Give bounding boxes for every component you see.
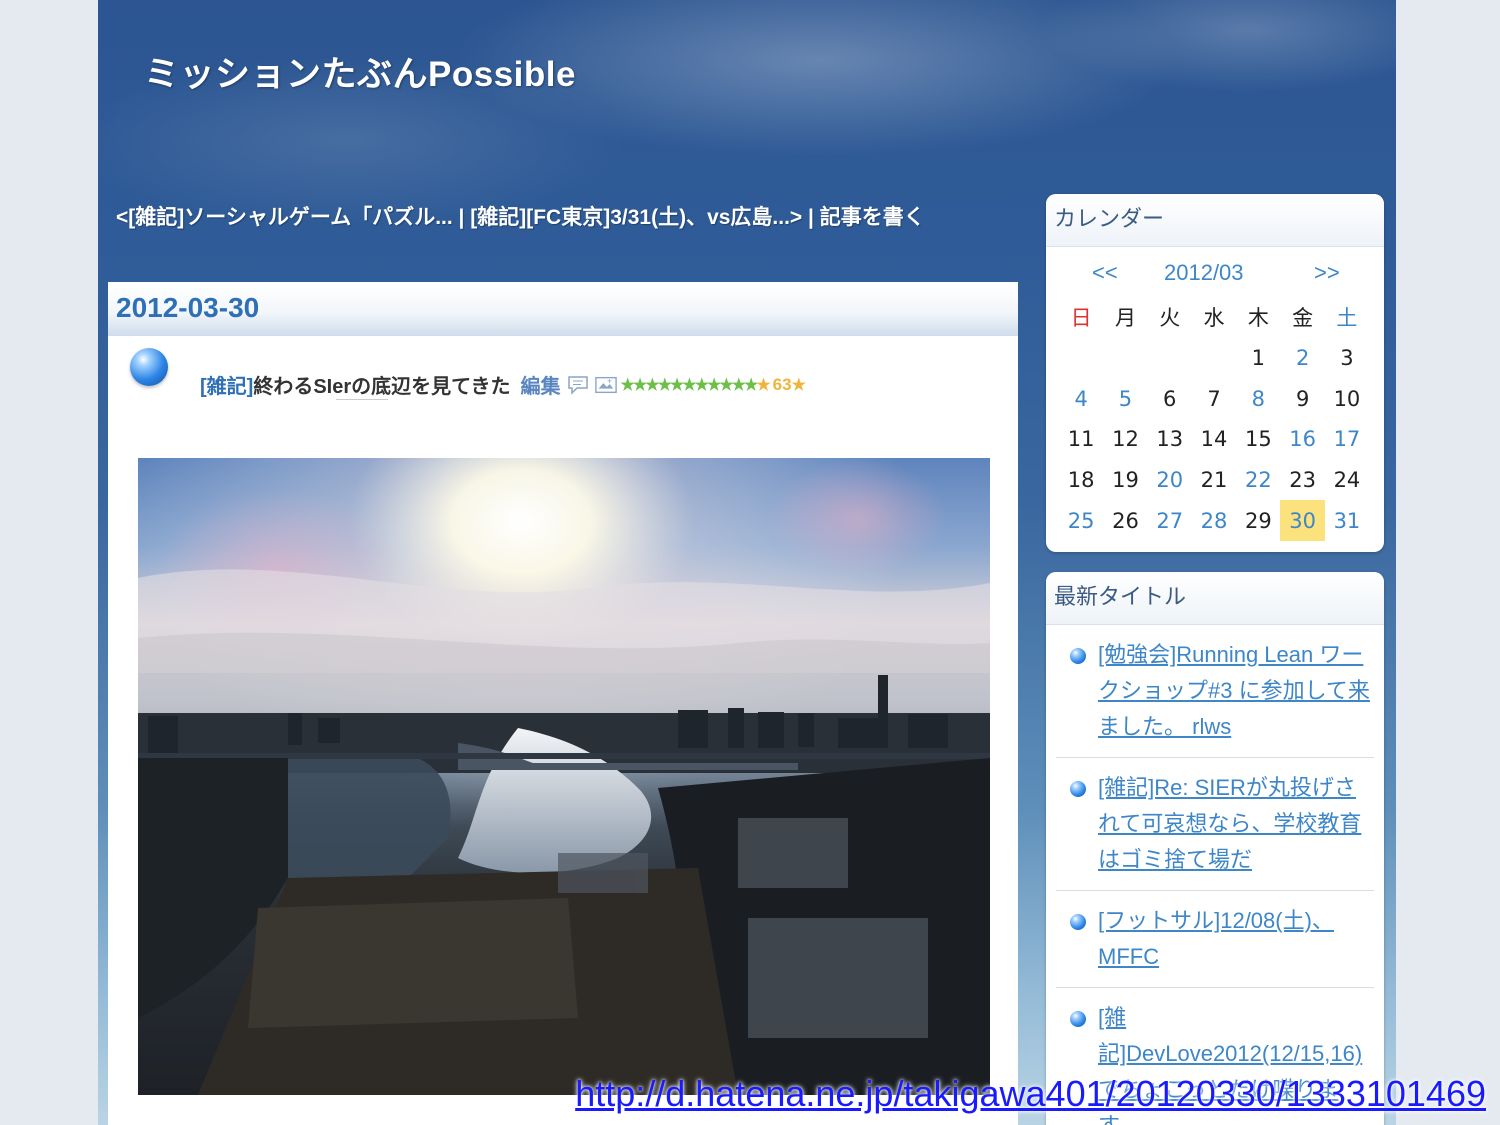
calendar-weekday: 火 [1159, 306, 1181, 331]
calendar-weekday: 月 [1114, 306, 1136, 331]
calendar-day: 12 [1112, 427, 1139, 452]
recent-title-link[interactable]: [勉強会]Running Lean ワークショップ#3 に参加して来ました。 r… [1098, 642, 1370, 739]
calendar-weekday: 日 [1070, 306, 1092, 331]
calendar-day[interactable]: 8 [1236, 378, 1280, 419]
calendar-day: 13 [1156, 427, 1184, 452]
calendar-next-month[interactable]: >> [1314, 260, 1340, 286]
write-entry-link[interactable]: 記事を書く [820, 206, 925, 229]
calendar-day: 7 [1207, 386, 1221, 411]
calendar-week-row: 123 [1059, 338, 1369, 379]
next-entry-link[interactable]: [雑記][FC東京]3/31(土)、vs広島...> [470, 206, 802, 229]
entry-photo[interactable] [138, 458, 990, 1095]
comment-icon[interactable] [567, 375, 589, 395]
calendar-weekday: 金 [1292, 306, 1314, 331]
calendar-day: 15 [1244, 427, 1272, 452]
star-count: 63 [772, 374, 792, 394]
calendar-day[interactable]: 17 [1325, 419, 1369, 460]
calendar-empty-cell [1192, 338, 1236, 379]
calendar-weekday: 土 [1336, 306, 1358, 331]
calendar-title: カレンダー [1046, 194, 1384, 247]
calendar-day[interactable]: 20 [1148, 460, 1192, 501]
calendar-day: 14 [1200, 427, 1228, 452]
calendar-day[interactable]: 2 [1280, 338, 1324, 379]
main-content: 2012-03-30 [雑記] 終わるSIerの底辺を見てきた 編集 + ★★★★… [108, 282, 1018, 1125]
star-rating-icons[interactable]: ★★★★★★★★★★★ [621, 375, 759, 395]
entry-bullet-icon [130, 348, 168, 386]
recent-title-link[interactable]: [雑記]Re: SIERが丸投げされて可哀想なら、学校教育はゴミ捨て場だ [1098, 775, 1361, 872]
nav-separator: | [452, 206, 471, 229]
photo-scene [138, 458, 990, 1095]
calendar-weekday: 木 [1247, 306, 1269, 331]
calendar-day[interactable]: 4 [1059, 378, 1103, 419]
calendar-day: 24 [1333, 468, 1361, 493]
blog-page: ミッションたぶんPossible <[雑記]ソーシャルゲーム「パズル... | … [98, 0, 1396, 1125]
date-heading[interactable]: 2012-03-30 [116, 292, 259, 324]
calendar-day[interactable]: 25 [1059, 500, 1103, 541]
recent-titles-list: [勉強会]Running Lean ワークショップ#3 に参加して来ました。 r… [1046, 625, 1384, 1125]
calendar-day[interactable]: 16 [1280, 419, 1324, 460]
bullet-icon [1070, 648, 1086, 664]
calendar-day[interactable]: 28 [1192, 500, 1236, 541]
calendar-empty-cell [1148, 338, 1192, 379]
calendar-day: 21 [1200, 468, 1228, 493]
calendar-day: 26 [1112, 508, 1139, 533]
recent-titles-widget: 最新タイトル [勉強会]Running Lean ワークショップ#3 に参加して… [1046, 572, 1384, 1125]
calendar-day[interactable]: 27 [1148, 500, 1192, 541]
calendar-grid: 日月火水木金土 1 2 3 4 5 6 7 8 9 10 11 12 13 14 15 16 17 18 19 20 2… [1059, 297, 1369, 542]
entry-title[interactable]: 終わるSIerの底辺を見てきた [253, 370, 510, 399]
calendar-day: 6 [1163, 386, 1177, 411]
calendar-weekday: 水 [1203, 306, 1225, 331]
date-bar: 2012-03-30 [108, 282, 1018, 336]
calendar-day: 11 [1067, 427, 1095, 452]
recent-title-item: [フットサル]12/08(土)、MFFC [1056, 891, 1374, 988]
edit-link[interactable]: 編集 [521, 370, 561, 399]
calendar-day[interactable]: 30 [1280, 500, 1325, 542]
bookmark-add-icon[interactable]: + [594, 375, 617, 395]
calendar-empty-cell [1059, 338, 1103, 379]
calendar-widget: カレンダー << 2012/03 >> 日月火水木金土 1 2 3 4 5 6 7 8 9 10 1… [1046, 194, 1384, 552]
calendar-week-row: 25 26 27 28 29 30 31 [1059, 500, 1369, 542]
bullet-icon [1070, 781, 1086, 797]
gold-star-icon: ★ [756, 376, 771, 394]
calendar-day: 1 [1251, 346, 1266, 371]
calendar-day[interactable]: 31 [1325, 500, 1369, 541]
calendar-day: 3 [1340, 346, 1354, 371]
calendar-day: 19 [1112, 468, 1139, 493]
svg-text:+: + [606, 377, 611, 385]
nav-separator-2: | [802, 206, 820, 229]
recent-title-link[interactable]: [フットサル]12/08(土)、MFFC [1098, 908, 1334, 969]
calendar-day: 9 [1295, 386, 1310, 411]
bullet-icon [1070, 1011, 1086, 1027]
recent-titles-heading: 最新タイトル [1046, 572, 1384, 625]
calendar-prev-month[interactable]: << [1092, 260, 1118, 286]
calendar-day: 18 [1067, 468, 1095, 493]
calendar-empty-cell [1103, 338, 1147, 379]
calendar-current-month[interactable]: 2012/03 [1164, 260, 1244, 286]
entry-category-link[interactable]: [雑記] [200, 370, 253, 399]
prev-entry-link[interactable]: <[雑記]ソーシャルゲーム「パズル... [116, 206, 453, 229]
recent-title-item: [雑記]Re: SIERが丸投げされて可哀想なら、学校教育はゴミ捨て場だ [1056, 758, 1374, 891]
calendar-week-row: 18 19 20 21 22 23 24 [1059, 460, 1369, 501]
bullet-icon [1070, 914, 1086, 930]
source-url-caption[interactable]: http://d.hatena.ne.jp/takigawa401/201203… [575, 1073, 1486, 1115]
entry-navigation: <[雑記]ソーシャルゲーム「パズル... | [雑記][FC東京]3/31(土)… [116, 200, 1016, 236]
calendar-day[interactable]: 22 [1236, 460, 1280, 501]
calendar-day: 10 [1333, 386, 1361, 411]
entry-title-underline [336, 399, 388, 400]
recent-title-item: [勉強会]Running Lean ワークショップ#3 に参加して来ました。 r… [1056, 625, 1374, 758]
entry-header: [雑記] 終わるSIerの底辺を見てきた 編集 + ★★★★★★★★★★★ ★ 63 ★ [200, 370, 806, 399]
calendar-day: 29 [1244, 508, 1272, 533]
add-star-icon[interactable]: ★ [792, 375, 806, 395]
calendar-day: 23 [1289, 468, 1316, 493]
blog-title[interactable]: ミッションたぶんPossible [144, 46, 576, 97]
calendar-week-row: 4 5 6 7 8 9 10 [1059, 378, 1369, 419]
calendar-week-row: 11 12 13 14 15 16 17 [1059, 419, 1369, 460]
calendar-day[interactable]: 5 [1103, 378, 1147, 419]
